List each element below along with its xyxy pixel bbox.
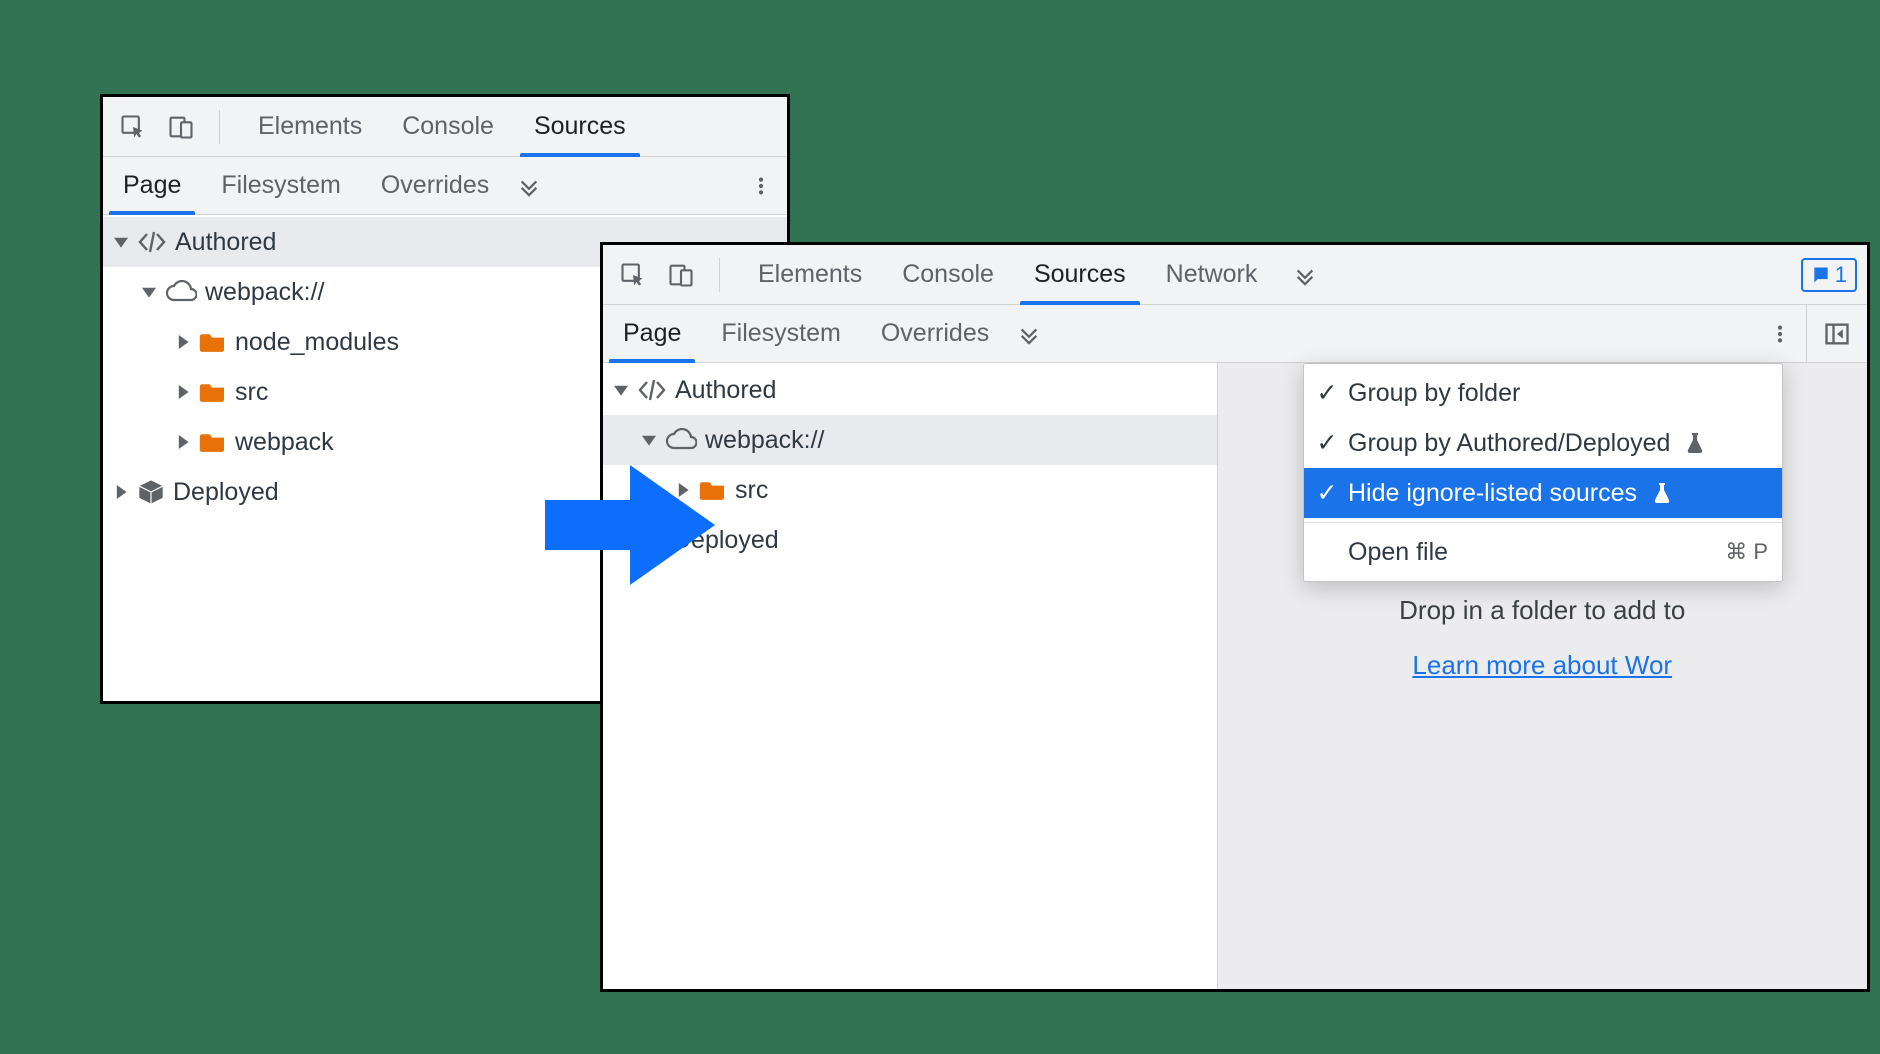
- device-toggle-icon[interactable]: [661, 255, 701, 295]
- subtab-page[interactable]: Page: [103, 157, 201, 214]
- tree-authored[interactable]: Authored: [603, 365, 1217, 415]
- main-tabs: Elements Console Sources Network: [738, 245, 1277, 304]
- file-tree: Authored webpack:// src Deployed: [603, 363, 1218, 989]
- drop-hint-text: Drop in a folder to add to: [1399, 595, 1685, 626]
- main-toolbar: Elements Console Sources Network 1: [603, 245, 1867, 305]
- menu-label: Open file: [1348, 538, 1448, 567]
- menu-shortcut: ⌘ P: [1725, 539, 1768, 565]
- issues-badge[interactable]: 1: [1801, 258, 1857, 292]
- check-icon: ✓: [1316, 428, 1338, 458]
- code-icon: [137, 230, 167, 254]
- subtab-overrides[interactable]: Overrides: [361, 157, 509, 214]
- more-tabs-icon[interactable]: [1285, 255, 1325, 295]
- panel-divider: [1806, 305, 1807, 362]
- box-icon: [137, 478, 165, 506]
- tab-network[interactable]: Network: [1146, 245, 1278, 304]
- tree-label: Authored: [175, 228, 276, 257]
- subtab-overrides[interactable]: Overrides: [861, 305, 1009, 362]
- menu-group-by-authored-deployed[interactable]: ✓ Group by Authored/Deployed: [1304, 418, 1782, 468]
- tree-label: Deployed: [173, 478, 279, 507]
- more-tabs-icon[interactable]: [509, 166, 549, 206]
- tab-console[interactable]: Console: [382, 97, 514, 156]
- caret-right-icon: [113, 484, 129, 500]
- issues-count: 1: [1835, 262, 1847, 288]
- tab-sources[interactable]: Sources: [514, 97, 646, 156]
- kebab-menu-icon[interactable]: [1760, 314, 1800, 354]
- caret-down-icon: [641, 432, 657, 448]
- folder-icon: [199, 431, 227, 453]
- tree-label: src: [735, 476, 768, 505]
- menu-label: Group by Authored/Deployed: [1348, 429, 1670, 458]
- inspect-icon[interactable]: [113, 107, 153, 147]
- toolbar-divider: [219, 110, 220, 144]
- tree-label: webpack://: [705, 426, 825, 455]
- tree-label: webpack: [235, 428, 334, 457]
- code-icon: [637, 378, 667, 402]
- tab-console[interactable]: Console: [882, 245, 1014, 304]
- cloud-icon: [665, 428, 697, 452]
- menu-label: Group by folder: [1348, 379, 1520, 408]
- menu-group-by-folder[interactable]: ✓ Group by folder: [1304, 368, 1782, 418]
- caret-right-icon: [175, 434, 191, 450]
- devtools-window-after: Elements Console Sources Network 1 Page …: [600, 242, 1870, 992]
- main-tabs: Elements Console Sources: [238, 97, 646, 156]
- transition-arrow-icon: [545, 460, 715, 590]
- check-icon: ✓: [1316, 478, 1338, 508]
- subtab-filesystem[interactable]: Filesystem: [201, 157, 360, 214]
- toolbar-divider: [719, 258, 720, 292]
- collapse-panel-icon[interactable]: [1817, 314, 1857, 354]
- tree-label: webpack://: [205, 278, 325, 307]
- folder-icon: [199, 381, 227, 403]
- caret-down-icon: [141, 284, 157, 300]
- tab-elements[interactable]: Elements: [738, 245, 882, 304]
- folder-icon: [199, 331, 227, 353]
- learn-more-link[interactable]: Learn more about Wor: [1412, 650, 1672, 681]
- menu-open-file[interactable]: Open file ⌘ P: [1304, 527, 1782, 577]
- tab-elements[interactable]: Elements: [238, 97, 382, 156]
- more-tabs-icon[interactable]: [1009, 314, 1049, 354]
- inspect-icon[interactable]: [613, 255, 653, 295]
- subtab-page[interactable]: Page: [603, 305, 701, 362]
- check-icon: ✓: [1316, 378, 1338, 408]
- tab-sources[interactable]: Sources: [1014, 245, 1146, 304]
- subtab-filesystem[interactable]: Filesystem: [701, 305, 860, 362]
- kebab-menu-icon[interactable]: [741, 166, 781, 206]
- cloud-icon: [165, 280, 197, 304]
- flask-icon: [1653, 482, 1671, 504]
- caret-right-icon: [175, 334, 191, 350]
- sources-subbar: Page Filesystem Overrides: [103, 157, 787, 215]
- tree-label: src: [235, 378, 268, 407]
- tree-webpack[interactable]: webpack://: [603, 415, 1217, 465]
- menu-separator: [1304, 522, 1782, 523]
- caret-right-icon: [175, 384, 191, 400]
- flask-icon: [1686, 432, 1704, 454]
- main-toolbar: Elements Console Sources: [103, 97, 787, 157]
- device-toggle-icon[interactable]: [161, 107, 201, 147]
- caret-down-icon: [113, 234, 129, 250]
- menu-label: Hide ignore-listed sources: [1348, 479, 1637, 508]
- sources-subbar: Page Filesystem Overrides: [603, 305, 1867, 363]
- caret-down-icon: [613, 382, 629, 398]
- tree-label: Authored: [675, 376, 776, 405]
- tree-label: node_modules: [235, 328, 399, 357]
- menu-hide-ignore-listed[interactable]: ✓ Hide ignore-listed sources: [1304, 468, 1782, 518]
- tree-options-menu: ✓ Group by folder ✓ Group by Authored/De…: [1303, 363, 1783, 582]
